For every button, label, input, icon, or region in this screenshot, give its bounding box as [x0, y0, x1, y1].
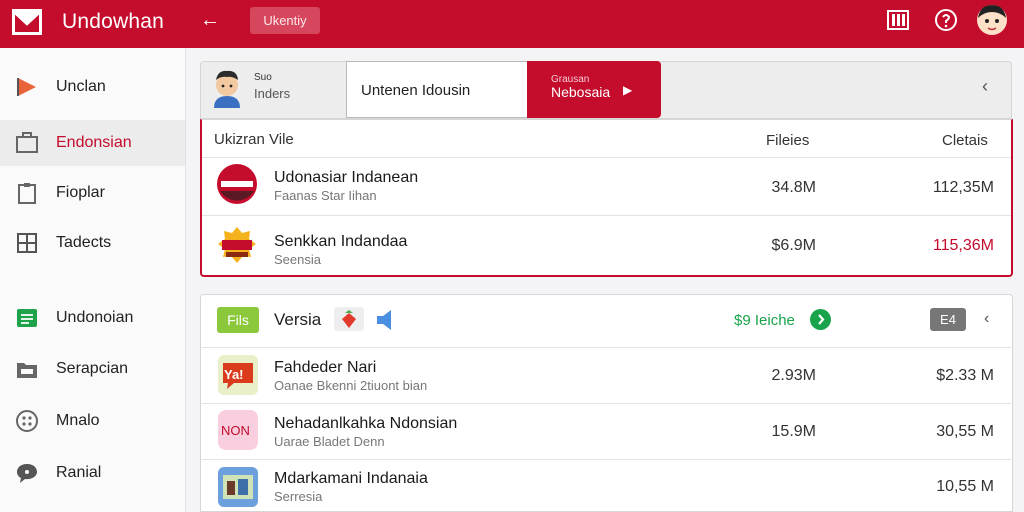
spreadsheet-icon — [15, 307, 39, 329]
sidebar-item-fioplar[interactable]: Fioplar — [0, 170, 185, 216]
divider — [202, 403, 1011, 404]
sidebar-item-label: Mnalo — [56, 412, 100, 429]
briefcase-icon — [15, 132, 39, 154]
sidebar: Unclan Endonsian Fioplar Tadects Undonoi… — [0, 48, 186, 512]
files-badge[interactable]: Fils — [217, 307, 259, 333]
divider — [202, 459, 1011, 460]
dots-circle-icon — [15, 410, 39, 432]
sidebar-item-endonsian[interactable]: Endonsian — [0, 120, 185, 166]
row-files: 15.9M — [771, 423, 816, 440]
strawberry-icon[interactable] — [334, 307, 364, 331]
row-files: 2.93M — [771, 367, 816, 384]
play-arrow-icon: ▶ — [623, 83, 633, 97]
speaker-icon[interactable] — [374, 307, 398, 333]
photo-thumbnail-icon — [218, 467, 258, 507]
divider — [202, 215, 1011, 216]
profile-sublabel: Inders — [254, 86, 291, 101]
chevron-left-icon[interactable]: ‹ — [984, 310, 989, 328]
row-subtitle: Oanae Bkenni 2tiuont bian — [274, 378, 428, 393]
app-title: Undowhan — [62, 10, 165, 33]
divider — [202, 157, 1011, 158]
sidebar-item-label: Tadects — [56, 234, 112, 251]
profile-label: Suo — [254, 72, 272, 83]
sidebar-item-label: Unclan — [56, 78, 106, 95]
badge-text: Ya! — [224, 367, 244, 382]
indonesia-flag-icon — [216, 163, 258, 205]
sidebar-item-serapcian[interactable]: Serapcian — [0, 346, 185, 392]
row-title[interactable]: Mdarkamani Indanaia — [274, 470, 428, 488]
column-header-name[interactable]: Ukizran Vile — [214, 131, 294, 148]
row-subtitle: Uarae Bladet Denn — [274, 434, 385, 449]
row-subtitle: Faanas Star Iihan — [274, 188, 377, 203]
badge-text: NON — [221, 423, 250, 438]
sidebar-item-ranial[interactable]: Ranial — [0, 450, 185, 496]
sidebar-item-label: Endonsian — [56, 134, 132, 151]
chevron-left-icon[interactable]: ‹ — [982, 76, 988, 97]
row-subtitle: Seensia — [274, 252, 321, 267]
grid-icon — [15, 232, 39, 254]
submit-button-label: Nebosaia — [551, 84, 611, 100]
row-title[interactable]: Udonasiar Indanean — [274, 169, 418, 187]
profile-avatar[interactable] — [210, 68, 244, 108]
row-cost: 10,55 M — [936, 478, 994, 495]
top-bar: Undowhan ← Ukentiy — [0, 0, 1024, 48]
book-icon[interactable] — [886, 8, 910, 32]
divider — [202, 347, 1011, 348]
row-cost: $2.33 M — [936, 367, 994, 384]
flag-icon — [15, 76, 39, 98]
user-avatar[interactable] — [976, 4, 1008, 38]
check-circle-icon — [810, 309, 831, 330]
clipboard-icon — [15, 182, 39, 204]
folder-icon — [15, 358, 39, 380]
expand-button[interactable]: E4 — [930, 308, 966, 331]
sidebar-item-label: Serapcian — [56, 360, 129, 377]
sidebar-item-label: Fioplar — [56, 184, 105, 201]
sidebar-item-unclan[interactable]: Unclan — [0, 64, 185, 110]
badge-emblem-icon — [216, 225, 258, 267]
panel-title: Versia — [274, 310, 322, 329]
submit-button[interactable]: Grausan Nebosaia ▶ — [527, 61, 661, 118]
row-title[interactable]: Fahdeder Nari — [274, 359, 376, 377]
row-cost-highlight: 115,36M — [932, 237, 994, 254]
column-header-cost[interactable]: Cletais — [942, 132, 988, 149]
row-cost: 30,55 M — [936, 423, 994, 440]
back-arrow-icon[interactable]: ← — [196, 8, 224, 32]
app-logo-icon[interactable] — [12, 9, 42, 35]
sidebar-item-tadects[interactable]: Tadects — [0, 220, 185, 266]
row-subtitle: Serresia — [274, 489, 323, 504]
sidebar-item-label: Ranial — [56, 464, 102, 481]
row-title[interactable]: Nehadanlkahka Ndonsian — [274, 415, 457, 433]
row-files: 34.8M — [771, 179, 816, 196]
help-icon[interactable] — [934, 8, 958, 32]
row-cost: 112,35M — [932, 179, 994, 196]
status-text: $9 Ieiche — [734, 312, 795, 329]
sidebar-item-undonoian[interactable]: Undonoian — [0, 295, 185, 341]
column-header-files[interactable]: Fileies — [766, 132, 809, 149]
chat-bubble-icon — [15, 462, 39, 484]
row-title[interactable]: Senkkan Indandaa — [274, 233, 407, 251]
search-input[interactable]: Untenen Idousin — [346, 61, 528, 118]
context-chip[interactable]: Ukentiy — [250, 7, 320, 34]
sidebar-item-mnalo[interactable]: Mnalo — [0, 398, 185, 444]
row-files: $6.9M — [771, 237, 816, 254]
sidebar-item-label: Undonoian — [56, 309, 134, 326]
